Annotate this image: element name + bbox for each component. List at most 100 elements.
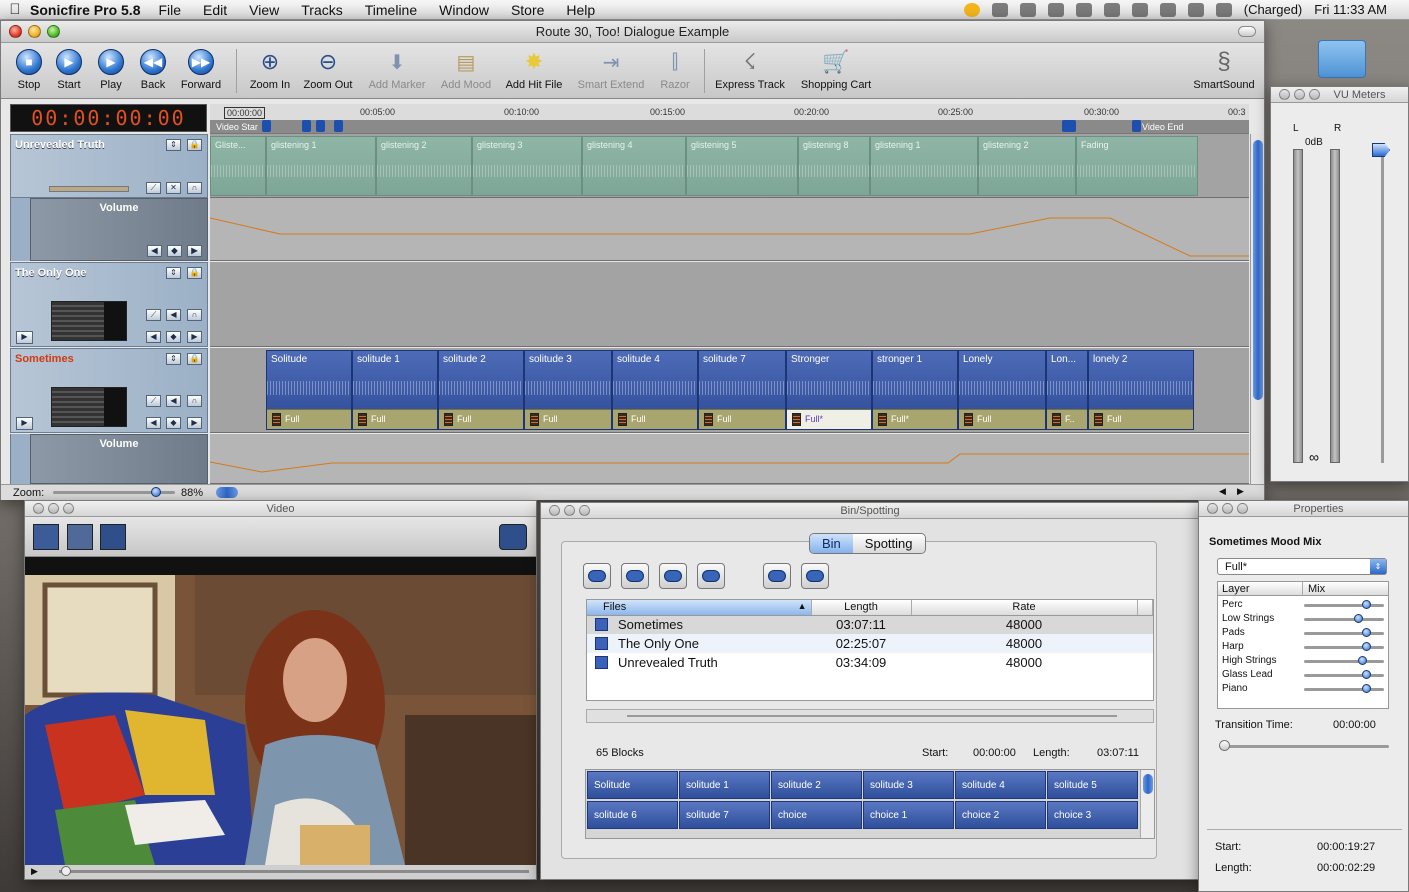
audio-block[interactable]: glistening 2 (978, 136, 1076, 196)
layer-column-header[interactable]: Layer (1222, 583, 1250, 595)
bin-block[interactable]: choice 1 (863, 801, 954, 829)
mood-block[interactable]: stronger 1 Full* (872, 350, 958, 430)
zoom-out-button[interactable]: ⊖ Zoom Out (300, 47, 356, 91)
bin-block[interactable]: Solitude (587, 771, 678, 799)
time-machine-icon[interactable] (1047, 2, 1064, 17)
minimize-button[interactable] (1294, 89, 1305, 100)
mood-strip[interactable]: Full (613, 409, 697, 429)
spaces-icon[interactable] (1019, 2, 1036, 17)
smartsound-button[interactable]: § SmartSound (1189, 47, 1259, 91)
mood-block[interactable]: solitude 1 Full (352, 350, 438, 430)
video-audio-icon[interactable] (100, 524, 126, 550)
horizontal-scroll-knob[interactable] (216, 487, 238, 498)
bin-block[interactable]: solitude 4 (955, 771, 1046, 799)
mood-strip[interactable]: Full (1089, 409, 1193, 429)
video-scrubber-knob[interactable] (61, 866, 71, 876)
volume-curve-icon[interactable]: ⟋ (146, 182, 161, 194)
prev-keyframe-icon[interactable]: ◀ (146, 331, 161, 343)
marker-bar[interactable] (210, 120, 1249, 133)
mood-strip[interactable]: Full (267, 409, 351, 429)
table-row[interactable]: The Only One 02:25:07 48000 (587, 634, 1153, 653)
mood-select[interactable]: Full* ⇕ (1217, 558, 1387, 575)
smart-extend-button[interactable]: ⇥ Smart Extend (573, 47, 649, 92)
blocks-scrollbar[interactable] (1140, 770, 1154, 838)
bin-check-button[interactable] (659, 563, 687, 589)
timeline-marker[interactable] (1132, 120, 1141, 132)
next-keyframe-icon[interactable]: ▶ (187, 245, 202, 257)
volume-lane[interactable] (210, 198, 1249, 261)
next-keyframe-icon[interactable]: ▶ (187, 417, 202, 429)
zoom-window-button[interactable] (63, 503, 74, 514)
master-volume-knob[interactable] (1372, 143, 1390, 157)
track-play-icon[interactable]: ▶ (16, 331, 33, 344)
close-button[interactable] (549, 505, 560, 516)
battery-icon[interactable] (1215, 2, 1232, 17)
menu-clock[interactable]: Fri 11:33 AM (1314, 2, 1387, 17)
menu-view[interactable]: View (249, 2, 279, 18)
close-button[interactable] (9, 25, 22, 38)
audio-block[interactable]: Fading (1076, 136, 1198, 196)
mood-block[interactable]: Lonely Full (958, 350, 1046, 430)
tracks-vertical-scrollbar[interactable] (1250, 134, 1264, 484)
timeline-marker[interactable] (1062, 120, 1076, 132)
timeline-ruler[interactable]: 00:00:00 00:05:00 00:10:00 00:15:00 00:2… (210, 104, 1249, 134)
mood-strip[interactable]: Full (353, 409, 437, 429)
track-options-icon[interactable]: ⇕ (166, 267, 181, 279)
timeline-marker[interactable] (334, 120, 343, 132)
layer-mix-knob[interactable] (1362, 670, 1371, 679)
add-to-bin-button[interactable] (583, 563, 611, 589)
close-button[interactable] (33, 503, 44, 514)
audio-block[interactable]: glistening 3 (472, 136, 582, 196)
menu-timeline[interactable]: Timeline (365, 2, 417, 18)
layer-mix-slider[interactable] (1304, 674, 1384, 677)
files-column-header[interactable]: Files ▲ (587, 600, 812, 616)
volume-curve-icon[interactable]: ⟋ (146, 309, 161, 321)
scroll-right-icon[interactable]: ▶ (1237, 486, 1244, 497)
bin-upload-button[interactable] (763, 563, 791, 589)
audio-block[interactable]: glistening 5 (686, 136, 798, 196)
track-header-unrevealed-truth[interactable]: Unrevealed Truth ⇕ 🔒 ⟋ ✕ ∩ (10, 134, 208, 198)
bin-block[interactable]: choice 3 (1047, 801, 1138, 829)
add-keyframe-icon[interactable]: ◆ (166, 331, 181, 343)
bin-folder-button[interactable] (697, 563, 725, 589)
toolbar-toggle-button[interactable] (1238, 26, 1256, 37)
bin-clip-button[interactable] (621, 563, 649, 589)
layer-mix-knob[interactable] (1354, 614, 1363, 623)
add-keyframe-icon[interactable]: ◆ (167, 245, 182, 257)
bin-block[interactable]: choice 2 (955, 801, 1046, 829)
speaker-icon[interactable]: ◀ (166, 395, 181, 407)
layer-mix-slider[interactable] (1304, 688, 1384, 691)
layer-mix-slider[interactable] (1304, 660, 1384, 663)
mood-block[interactable]: solitude 3 Full (524, 350, 612, 430)
keyboard-icon[interactable] (1187, 2, 1204, 17)
menu-store[interactable]: Store (511, 2, 544, 18)
volume-envelope[interactable] (210, 198, 1249, 261)
volume-lane[interactable] (210, 434, 1249, 484)
audio-block[interactable]: Gliste... (210, 136, 266, 196)
layer-mix-knob[interactable] (1358, 656, 1367, 665)
mood-block[interactable]: Solitude Full (266, 350, 352, 430)
track-options-icon[interactable]: ⇕ (166, 353, 181, 365)
tab-bin[interactable]: Bin (810, 534, 853, 553)
rate-column-header[interactable]: Rate (911, 600, 1138, 616)
track-lane-the-only-one[interactable] (210, 262, 1249, 347)
track-lane-unrevealed-truth[interactable]: Gliste... glistening 1 glistening 2 glisten… (210, 134, 1249, 198)
apple-menu-icon[interactable]:  (0, 1, 30, 18)
bin-block[interactable]: solitude 3 (863, 771, 954, 799)
layer-mix-slider[interactable] (1304, 632, 1384, 635)
layer-mix-slider[interactable] (1304, 646, 1384, 649)
zoom-slider-knob[interactable] (151, 487, 161, 497)
mood-block[interactable]: solitude 7 Full (698, 350, 786, 430)
desktop-folder-icon[interactable] (1318, 40, 1366, 78)
lock-icon[interactable]: 🔒 (187, 267, 202, 279)
status-sun-icon[interactable] (963, 2, 980, 17)
mood-strip[interactable]: Full (525, 409, 611, 429)
track-header-the-only-one[interactable]: The Only One ⇕ 🔒 ▶ ⟋ ◀ ∩ ◀ ◆ ▶ (10, 262, 208, 347)
minimize-button[interactable] (28, 25, 41, 38)
timeline-marker[interactable] (262, 120, 271, 132)
minimize-button[interactable] (1222, 503, 1233, 514)
next-keyframe-icon[interactable]: ▶ (187, 331, 202, 343)
mood-strip[interactable]: Full (439, 409, 523, 429)
menu-window[interactable]: Window (439, 2, 489, 18)
bin-block[interactable]: solitude 6 (587, 801, 678, 829)
